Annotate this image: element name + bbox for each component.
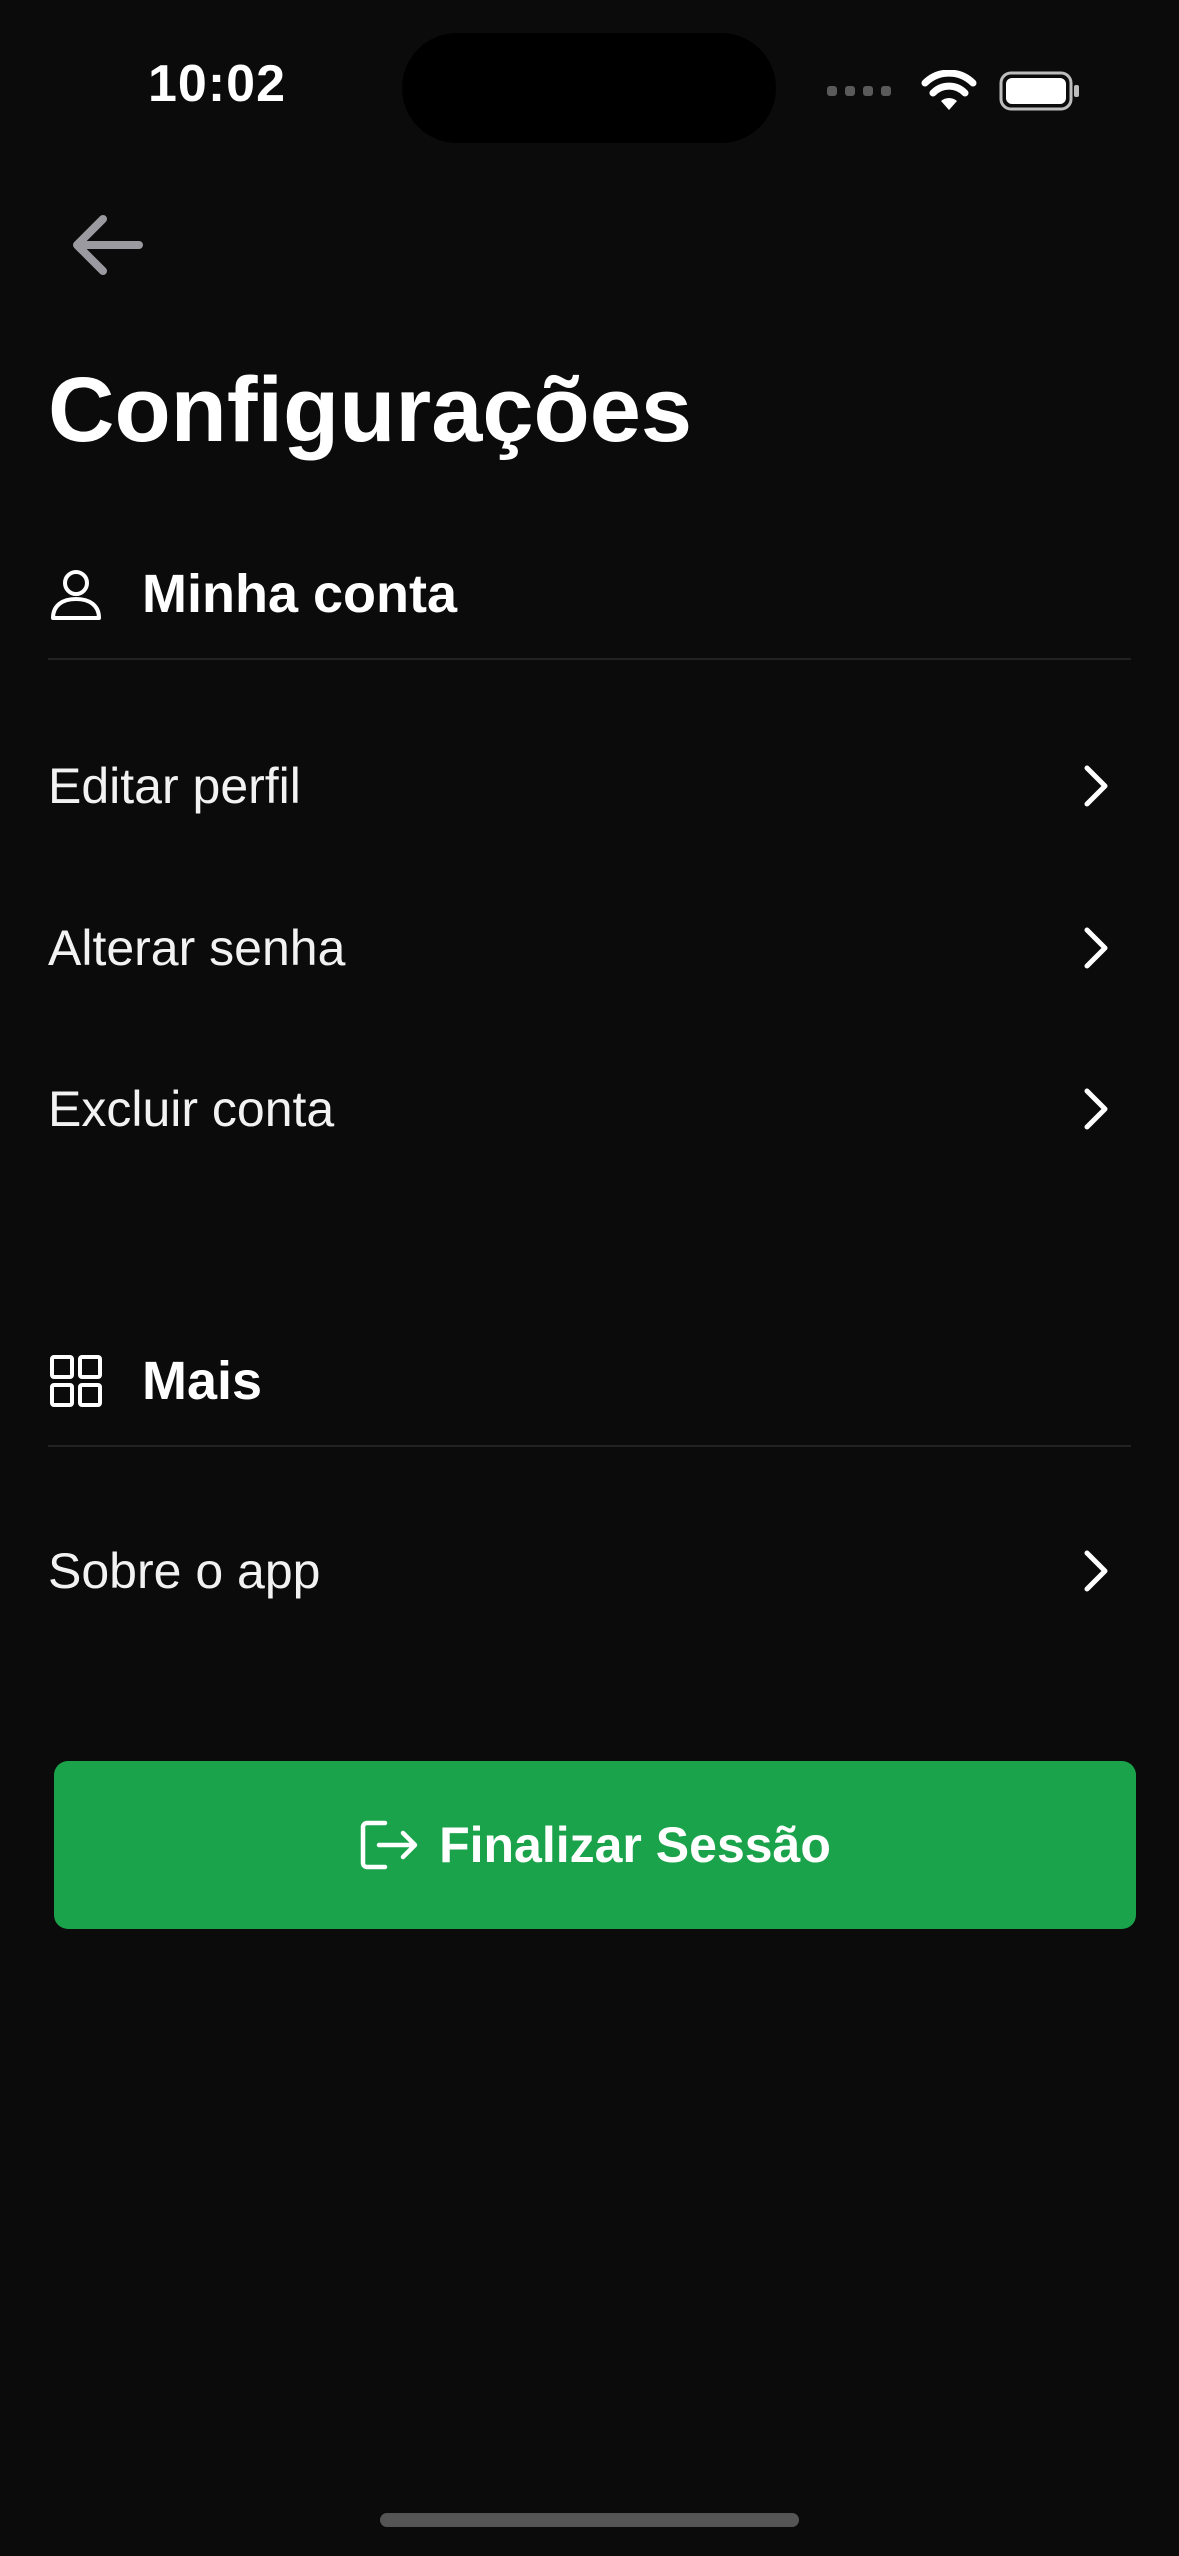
grid-icon	[48, 1353, 104, 1409]
menu-item-delete-account[interactable]: Excluir conta	[48, 1034, 1131, 1184]
home-indicator	[380, 2513, 799, 2527]
status-icons	[827, 66, 1081, 116]
battery-icon	[999, 71, 1079, 111]
status-time: 10:02	[148, 55, 286, 113]
chevron-right-icon	[1071, 761, 1121, 811]
menu-item-change-password[interactable]: Alterar senha	[48, 873, 1131, 1023]
status-bar: 10:02	[0, 0, 1179, 170]
logout-button[interactable]: Finalizar Sessão	[54, 1761, 1136, 1929]
user-icon	[48, 566, 104, 622]
dynamic-island	[402, 33, 776, 143]
section-header-account: Minha conta	[48, 530, 1131, 660]
page-title: Configurações	[48, 359, 693, 461]
logout-button-label: Finalizar Sessão	[439, 1817, 831, 1873]
logout-icon	[360, 1820, 418, 1870]
wifi-icon	[921, 70, 977, 110]
section-title-more: Mais	[142, 1351, 263, 1411]
menu-item-label: Sobre o app	[48, 1543, 321, 1599]
menu-item-label: Alterar senha	[48, 920, 346, 976]
menu-item-about-app[interactable]: Sobre o app	[48, 1496, 1131, 1646]
back-button[interactable]	[62, 200, 152, 290]
menu-item-label: Editar perfil	[48, 758, 301, 814]
menu-item-label: Excluir conta	[48, 1081, 335, 1137]
menu-item-edit-profile[interactable]: Editar perfil	[48, 711, 1131, 861]
chevron-right-icon	[1071, 923, 1121, 973]
cellular-signal-icon	[827, 86, 891, 96]
section-title-account: Minha conta	[142, 564, 458, 624]
chevron-right-icon	[1071, 1546, 1121, 1596]
arrow-left-icon	[73, 215, 143, 275]
chevron-right-icon	[1071, 1084, 1121, 1134]
section-header-more: Mais	[48, 1317, 1131, 1447]
